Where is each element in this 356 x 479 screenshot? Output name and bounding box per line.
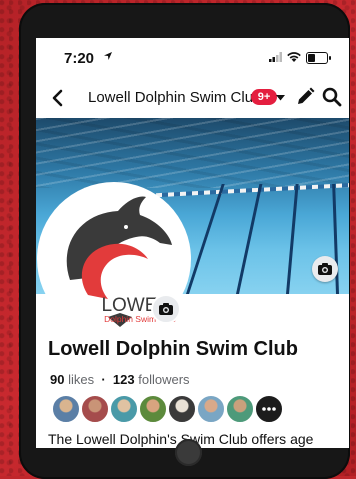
followers-label: followers — [138, 372, 190, 387]
avatar[interactable] — [110, 395, 138, 423]
cover-camera-button[interactable] — [312, 256, 338, 282]
avatar[interactable] — [81, 395, 109, 423]
stats-separator: · — [101, 372, 106, 387]
phone-screen: 7:20 Lowell Dolphin Swim Club 9+ LOWELL … — [36, 38, 349, 448]
battery-icon — [306, 52, 331, 64]
more-avatars-button[interactable] — [255, 395, 283, 423]
home-button[interactable] — [175, 439, 202, 466]
page-stats: 90 likes · 123 followers — [50, 372, 190, 387]
status-bar: 7:20 — [36, 38, 349, 78]
search-icon[interactable] — [321, 86, 343, 108]
followers-count: 123 — [112, 372, 135, 387]
signal-icon — [269, 52, 282, 62]
avatar[interactable] — [226, 395, 254, 423]
notification-badge: 9+ — [251, 89, 277, 105]
edit-pencil-icon[interactable] — [294, 86, 316, 108]
camera-icon — [159, 303, 173, 315]
caret-down-icon[interactable] — [276, 95, 285, 101]
avatar[interactable] — [52, 395, 80, 423]
profile-camera-button[interactable] — [151, 294, 181, 324]
wifi-icon — [287, 52, 301, 62]
avatar[interactable] — [168, 395, 196, 423]
status-time: 7:20 — [64, 50, 95, 67]
page-title[interactable]: Lowell Dolphin Swim Club — [88, 89, 261, 106]
camera-icon — [318, 263, 332, 275]
back-chevron-icon[interactable] — [48, 88, 68, 108]
avatar[interactable] — [197, 395, 225, 423]
page-name: Lowell Dolphin Swim Club — [48, 338, 298, 360]
more-dots-icon — [262, 407, 276, 411]
likes-count: 90 — [50, 372, 65, 387]
location-arrow-icon — [104, 52, 112, 60]
page-header: Lowell Dolphin Swim Club 9+ — [36, 82, 349, 114]
avatar[interactable] — [139, 395, 167, 423]
likes-label: likes — [68, 372, 95, 387]
